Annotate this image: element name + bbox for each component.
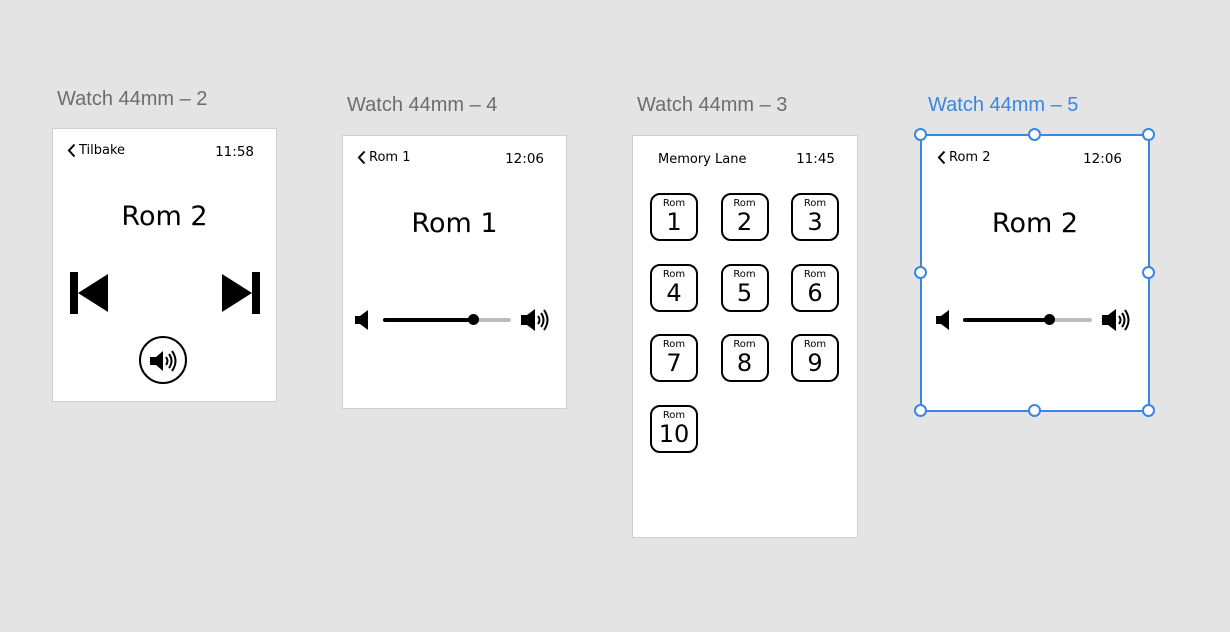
room-title: Rom 2	[991, 208, 1079, 239]
back-button[interactable]: Rom 2	[937, 150, 990, 165]
room-button-3[interactable]: Rom 3	[791, 193, 839, 241]
status-bar: Rom 1 12:06	[343, 150, 566, 168]
speaker-icon	[150, 350, 177, 372]
resize-handle-bottom-right[interactable]	[1142, 404, 1155, 417]
app-title: Memory Lane	[658, 152, 747, 167]
room-button-number: 5	[736, 278, 753, 307]
volume-low-icon[interactable]	[355, 310, 369, 330]
resize-handle-middle-right[interactable]	[1142, 266, 1155, 279]
volume-slider-fill	[963, 318, 1050, 322]
resize-handle-bottom-left[interactable]	[914, 404, 927, 417]
volume-slider[interactable]	[383, 314, 511, 325]
volume-low-icon[interactable]	[936, 310, 950, 330]
artboard-title-watch-3[interactable]: Watch 44mm – 3	[637, 94, 787, 117]
artboard-title-watch-5[interactable]: Watch 44mm – 5	[928, 94, 1078, 117]
watch-screen-playback[interactable]: Tilbake 11:58 Rom 2	[52, 128, 277, 402]
watch-screen-room-grid[interactable]: Memory Lane 11:45 Rom 1 Rom 2 Rom 3 Rom 4 Rom 5 Ro…	[632, 135, 858, 538]
room-button-9[interactable]: Rom 9	[791, 334, 839, 382]
room-button-6[interactable]: Rom 6	[791, 263, 839, 312]
speaker-button[interactable]	[139, 336, 187, 384]
room-button-number: 2	[736, 208, 753, 236]
room-button-label: Rom	[803, 268, 827, 280]
volume-slider[interactable]	[963, 314, 1092, 325]
room-button-5[interactable]: Rom 5	[720, 263, 769, 312]
volume-high-icon[interactable]	[521, 307, 555, 333]
room-button-10[interactable]: Rom 10	[650, 404, 698, 453]
room-button-1[interactable]: Rom 1	[650, 193, 698, 241]
clock: 12:06	[1083, 151, 1122, 167]
back-button[interactable]: Rom 1	[357, 150, 410, 165]
resize-handle-middle-left[interactable]	[914, 266, 927, 279]
room-button-8[interactable]: Rom 8	[720, 334, 769, 382]
room-button-4[interactable]: Rom 4	[650, 263, 698, 312]
chevron-left-icon	[357, 150, 366, 165]
skip-next-icon[interactable]	[222, 272, 260, 314]
volume-slider-thumb[interactable]	[1044, 314, 1056, 325]
resize-handle-top-right[interactable]	[1142, 128, 1155, 141]
room-button-number: 1	[666, 208, 682, 236]
room-button-number: 10	[658, 419, 690, 448]
skip-previous-icon[interactable]	[70, 272, 108, 314]
room-button-label: Rom	[662, 268, 686, 280]
resize-handle-top-left[interactable]	[914, 128, 927, 141]
room-title: Rom 2	[121, 201, 208, 232]
room-button-number: 6	[807, 278, 823, 307]
clock: 11:58	[215, 144, 254, 160]
clock: 11:45	[796, 151, 835, 167]
room-button-2[interactable]: Rom 2	[720, 193, 769, 241]
room-button-label: Rom	[733, 268, 756, 280]
status-bar: Memory Lane 11:45	[633, 150, 857, 168]
volume-high-icon[interactable]	[1102, 307, 1136, 333]
back-label: Tilbake	[79, 143, 126, 158]
watch-screen-volume-rom1[interactable]: Rom 1 12:06 Rom 1	[342, 135, 567, 409]
clock: 12:06	[505, 151, 544, 167]
resize-handle-bottom-center[interactable]	[1028, 404, 1041, 417]
room-button-label: Rom	[662, 409, 686, 421]
room-button-number: 9	[807, 349, 823, 377]
status-bar: Rom 2 12:06	[922, 150, 1148, 168]
chevron-left-icon	[937, 150, 946, 165]
room-button-number: 3	[807, 208, 823, 236]
room-button-7[interactable]: Rom 7	[650, 334, 698, 382]
volume-control	[922, 305, 1148, 335]
status-bar: Tilbake 11:58	[53, 143, 276, 161]
artboard-title-watch-4[interactable]: Watch 44mm – 4	[347, 94, 497, 117]
room-button-number: 8	[736, 349, 753, 377]
room-button-number: 7	[666, 349, 682, 377]
resize-handle-top-center[interactable]	[1028, 128, 1041, 141]
artboard-title-watch-2[interactable]: Watch 44mm – 2	[57, 88, 207, 111]
back-label: Rom 1	[369, 150, 411, 165]
room-button-number: 4	[666, 278, 682, 307]
room-title: Rom 1	[411, 208, 498, 239]
back-label: Rom 2	[949, 150, 991, 165]
volume-slider-fill	[383, 318, 473, 322]
volume-slider-thumb[interactable]	[467, 314, 479, 325]
back-button[interactable]: Tilbake	[67, 143, 125, 158]
watch-screen-volume-rom2[interactable]: Rom 2 12:06 Rom 2	[920, 134, 1150, 412]
chevron-left-icon	[67, 143, 76, 158]
volume-control	[343, 305, 566, 335]
